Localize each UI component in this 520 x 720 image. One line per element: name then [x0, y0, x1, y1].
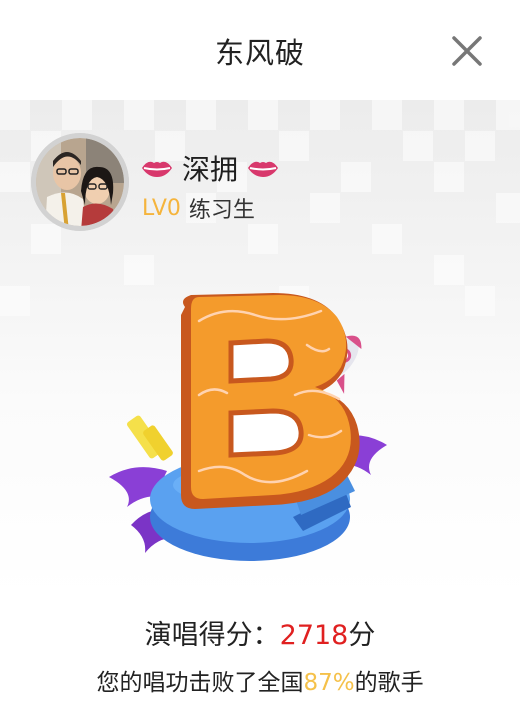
beat-line: 您的唱功击败了全国87%的歌手 — [0, 663, 520, 697]
beat-suffix: 的歌手 — [354, 670, 424, 696]
avatar[interactable] — [31, 133, 129, 231]
lips-icon — [248, 161, 279, 177]
grade-letter — [181, 293, 360, 509]
level-title: 练习生 — [188, 198, 255, 223]
grade-letter-b — [109, 293, 387, 561]
beat-percent: 87% — [303, 670, 355, 696]
bolt-icon — [127, 415, 173, 461]
score-value: 2718 — [279, 620, 349, 651]
beat-prefix: 您的唱功击败了全国 — [96, 670, 304, 696]
level-badge: LV0 — [142, 195, 181, 221]
song-title: 东风破 — [214, 36, 305, 70]
close-icon — [452, 36, 482, 66]
dialog-header: 东风破 — [0, 0, 520, 100]
score-label: 演唱得分： — [144, 620, 280, 651]
score-unit: 分 — [348, 620, 376, 651]
avatar-photo — [31, 133, 129, 231]
lips-icon — [142, 161, 172, 177]
user-name-row: 深拥 — [140, 150, 280, 186]
song-result-dialog: 东风破 深拥 LV0 练习生 演唱得分：2718分 您的唱功击败了全国87%的歌… — [0, 0, 520, 720]
score-line: 演唱得分：2718分 — [0, 613, 520, 652]
close-button[interactable] — [446, 30, 488, 72]
user-name: 深拥 — [182, 153, 239, 186]
user-level: LV0 练习生 — [142, 192, 255, 224]
